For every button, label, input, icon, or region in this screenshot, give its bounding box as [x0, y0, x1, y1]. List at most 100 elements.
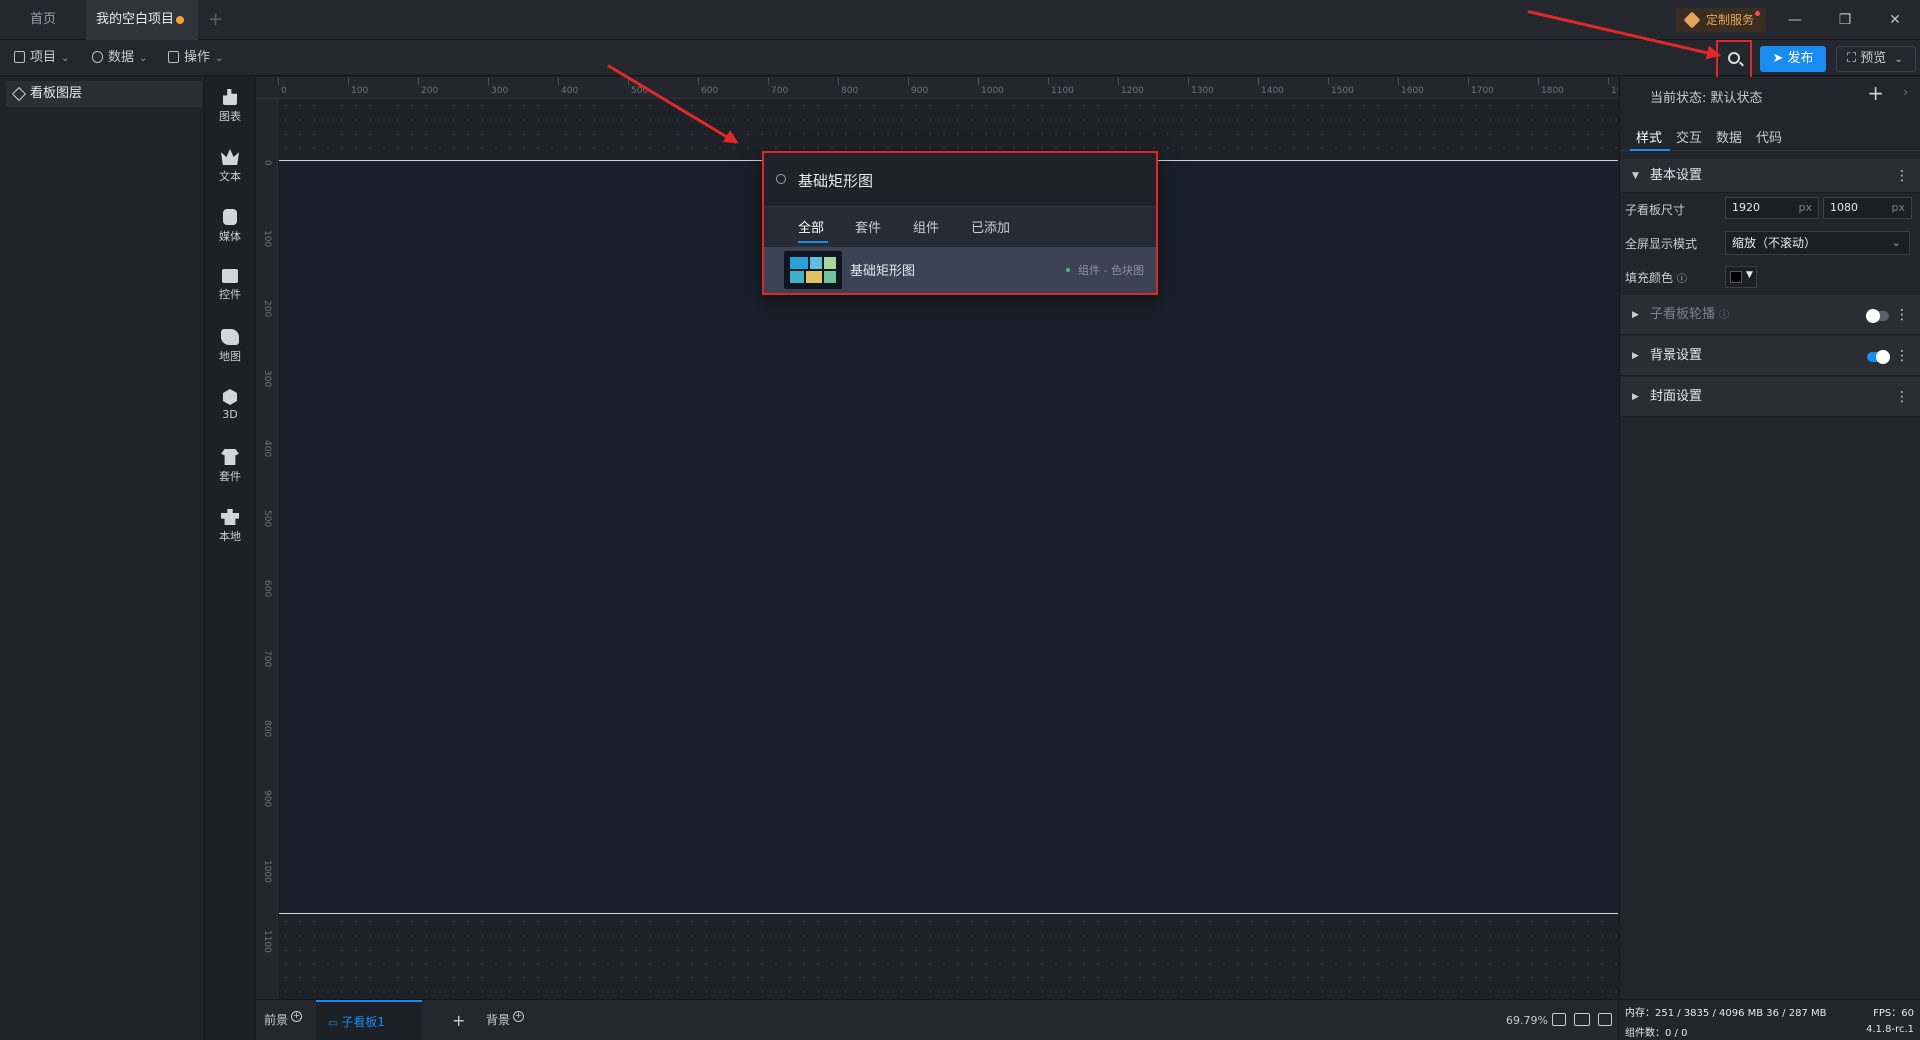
more-icon[interactable]: ⋮	[1895, 295, 1909, 335]
ruler-horizontal: 0 100 200 300 400 500 600 700 800 900 1000 1100 1200…	[256, 77, 1618, 99]
fullscreen-select[interactable]: 缩放（不滚动） ⌄	[1725, 231, 1910, 255]
component-map[interactable]: 地图	[205, 323, 255, 371]
preview-button[interactable]: ⛶ 预览 ⌄	[1836, 46, 1916, 72]
help-icon: ⓘ	[1676, 274, 1687, 285]
tab-project[interactable]: 我的空白项目	[86, 0, 198, 40]
search-icon	[776, 174, 786, 184]
tab-sub-board[interactable]: ▭ 子看板1	[316, 1000, 422, 1040]
caret-right-icon: ▶	[1632, 392, 1639, 402]
ruler-tick-line	[908, 77, 909, 85]
search-result-item[interactable]: 基础矩形图 组件 - 色块图	[764, 247, 1156, 293]
tab-interaction[interactable]: 交互	[1676, 127, 1702, 146]
tab-home[interactable]: 首页	[0, 0, 86, 40]
component-3d[interactable]: 3D	[205, 383, 255, 431]
ruler-tick-label: 300	[262, 370, 272, 388]
database-icon	[92, 51, 103, 63]
menu-project[interactable]: 项目 ⌄	[14, 40, 69, 76]
more-icon[interactable]: ⋮	[1895, 377, 1909, 417]
section-cover[interactable]: ▶ 封面设置 ⋮	[1620, 377, 1920, 417]
ruler-tick-line	[418, 77, 419, 85]
add-board-button[interactable]: +	[452, 1000, 465, 1040]
ruler-tick-line	[1048, 77, 1049, 85]
search-popup: 基础矩形图 全部 套件 组件 已添加 基础矩形图 组件 - 色块图	[762, 151, 1158, 295]
ruler-tick-line	[1188, 77, 1189, 85]
custom-service-label: 定制服务	[1706, 13, 1755, 27]
add-tab-button[interactable]: +	[208, 0, 223, 40]
fit-screen-icon[interactable]	[1552, 1013, 1566, 1026]
carousel-toggle[interactable]	[1866, 309, 1889, 323]
close-button[interactable]: ✕	[1872, 0, 1918, 40]
maximize-button[interactable]: ❐	[1822, 0, 1868, 40]
component-local[interactable]: 本地	[205, 503, 255, 551]
ruler-vertical: 0100200300400500600700800900100011001200	[256, 99, 278, 999]
fullscreen-label: 全屏显示模式	[1625, 237, 1698, 251]
menu-data[interactable]: 数据 ⌄	[92, 40, 147, 76]
props-tab-indicator	[1630, 149, 1670, 151]
caret-right-icon: ▶	[1632, 310, 1639, 320]
layers-header[interactable]: 看板图层	[6, 81, 202, 107]
ruler-tick-label: 1100	[262, 930, 272, 953]
ruler-tick-label: 0	[281, 86, 287, 96]
help-icon: ⓘ	[1719, 310, 1730, 321]
ruler-tick-label: 600	[701, 86, 719, 96]
ruler-tick-line	[1538, 77, 1539, 85]
caret-down-icon: ▼	[1632, 171, 1639, 181]
fill-color-label-text: 填充颜色	[1625, 271, 1674, 285]
ruler-tick-label: 1900	[1611, 86, 1618, 96]
add-state-icon[interactable]: +	[1867, 81, 1884, 105]
component-control-label: 控件	[219, 288, 241, 301]
component-media[interactable]: 媒体	[205, 203, 255, 251]
toolbar: 项目 ⌄ 数据 ⌄ 操作 ⌄	[0, 40, 1920, 76]
component-local-label: 本地	[219, 530, 241, 543]
ruler-tick-label: 1700	[1471, 86, 1494, 96]
tab-background[interactable]: 背景 +	[486, 1000, 525, 1040]
ruler-tick-label: 100	[262, 230, 272, 248]
add-circle-icon[interactable]: +	[513, 1011, 525, 1022]
ruler-tick-label: 1600	[1401, 86, 1424, 96]
component-chart-label: 图表	[219, 110, 241, 123]
ruler-tick-label: 1300	[1191, 86, 1214, 96]
toggle-knob	[1876, 350, 1890, 364]
toggle-knob	[1866, 309, 1880, 323]
control-icon	[222, 269, 238, 283]
ruler-tick-label: 300	[491, 86, 509, 96]
search-button[interactable]	[1716, 40, 1752, 80]
tab-style[interactable]: 样式	[1636, 127, 1662, 146]
more-icon[interactable]: ⋮	[1895, 336, 1909, 376]
search-tab-added[interactable]: 已添加	[971, 217, 1010, 236]
tab-code[interactable]: 代码	[1756, 127, 1782, 146]
section-basic[interactable]: ▼ 基本设置 ⋮	[1620, 159, 1920, 193]
terminal-icon[interactable]	[1598, 1013, 1612, 1026]
component-control[interactable]: 控件	[205, 263, 255, 311]
background-toggle[interactable]	[1867, 350, 1890, 364]
ruler-tick-label: 400	[262, 440, 272, 458]
bottom-bar: 前景 + ▭ 子看板1 + 背景 + 69.79%	[256, 999, 1618, 1040]
search-input[interactable]: 基础矩形图	[764, 153, 1156, 207]
component-kit[interactable]: 套件	[205, 443, 255, 491]
ruler-tick-line	[838, 77, 839, 85]
publish-button[interactable]: ➤ 发布	[1760, 46, 1826, 72]
search-tab-kit[interactable]: 套件	[855, 217, 881, 236]
add-circle-icon[interactable]: +	[291, 1011, 303, 1022]
tab-background-label: 背景	[486, 1013, 511, 1027]
keyboard-icon[interactable]	[1574, 1013, 1590, 1026]
section-basic-label: 基本设置	[1650, 168, 1703, 183]
chevron-right-icon[interactable]: ›	[1903, 85, 1908, 99]
minimize-button[interactable]: —	[1772, 0, 1818, 40]
custom-service-button[interactable]: 定制服务	[1676, 8, 1766, 32]
search-tab-component[interactable]: 组件	[913, 217, 939, 236]
section-background-label: 背景设置	[1650, 348, 1703, 363]
height-input[interactable]: 1080 px	[1823, 197, 1912, 219]
tab-data[interactable]: 数据	[1716, 127, 1742, 146]
component-chart[interactable]: 图表	[205, 83, 255, 131]
width-input[interactable]: 1920 px	[1725, 197, 1819, 219]
tab-home-label: 首页	[29, 12, 56, 27]
tab-foreground[interactable]: 前景 +	[264, 1000, 303, 1040]
ruler-tick-line	[278, 77, 279, 85]
menu-operate[interactable]: 操作 ⌄	[168, 40, 223, 76]
more-icon[interactable]: ⋮	[1895, 159, 1909, 193]
search-tab-all[interactable]: 全部	[798, 217, 824, 236]
component-text[interactable]: 文本	[205, 143, 255, 191]
fill-color-picker[interactable]: ▼	[1725, 266, 1757, 288]
zoom-level[interactable]: 69.79%	[1506, 1000, 1548, 1040]
